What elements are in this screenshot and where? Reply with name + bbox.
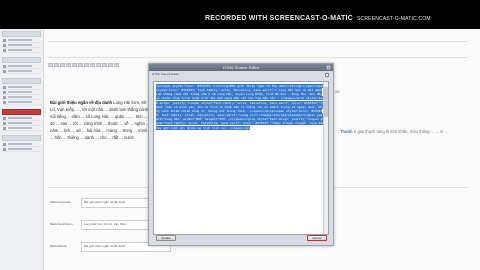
bullet-icon [3, 121, 6, 125]
bullet-icon [3, 85, 6, 89]
bullet-icon [3, 116, 6, 120]
editor-link-hint: 26 [335, 89, 340, 94]
divider [48, 41, 468, 42]
scrollbar-thumb[interactable] [324, 87, 328, 117]
sidebar-group-header[interactable] [2, 135, 41, 141]
form-label: Meta Description [50, 222, 73, 226]
bullet-icon [3, 100, 6, 104]
word-wrap-checkbox[interactable] [325, 73, 329, 77]
align-left-button[interactable] [72, 63, 77, 67]
sidebar-item-label [8, 86, 32, 88]
sidebar-group-header[interactable] [2, 78, 41, 84]
bold-button[interactable] [48, 63, 53, 67]
close-icon[interactable]: × [326, 65, 331, 70]
sidebar-group-header[interactable] [2, 57, 41, 63]
bullet-icon [3, 69, 6, 73]
sidebar-item-label [8, 65, 32, 67]
sidebar-item-label [8, 49, 32, 51]
sidebar-item-label [8, 39, 32, 41]
dialog-titlebar[interactable]: HTML Source Editor × [149, 64, 333, 71]
sidebar-group [2, 109, 41, 131]
bullet-icon [3, 95, 6, 99]
sidebar-item-label [8, 91, 32, 93]
bullet-icon [3, 90, 6, 94]
cancel-button[interactable]: Cancel [307, 235, 327, 241]
sidebar-group [2, 78, 41, 105]
sidebar-group [2, 135, 41, 152]
selected-code: <p><span style="color: #333333;"><strong… [156, 84, 324, 130]
align-center-button[interactable] [78, 63, 83, 67]
bullet-icon [3, 64, 6, 68]
editor-right-text: rì giai thạch tang tô khó khăn, màu thán… [353, 129, 448, 134]
dialog-title: HTML Source Editor [222, 65, 260, 70]
editor-body-text: Long Hải Sơn, Kẽ Lũ, Vạn Kiếp, ..., tới … [50, 100, 150, 140]
bullet-icon [3, 126, 6, 130]
html-source-textarea[interactable]: <p><span style="color: #333333;"><strong… [153, 81, 329, 235]
image-button[interactable] [108, 63, 113, 67]
dialog-subheader: HTML Source Editor [149, 71, 333, 78]
bullet-icon [3, 147, 6, 151]
sidebar-item[interactable] [2, 48, 41, 53]
divider [48, 57, 468, 58]
sidebar-item[interactable] [2, 69, 41, 74]
sidebar-group-header[interactable] [2, 31, 41, 37]
italic-button[interactable] [54, 63, 59, 67]
sidebar-item-label [8, 148, 32, 150]
strike-button[interactable] [66, 63, 71, 67]
sidebar-item-label [8, 96, 32, 98]
sidebar-item-label [8, 122, 32, 124]
editor-content-right: Thanh rì giai thạch tang tô khó khăn, mà… [340, 128, 470, 135]
link-button[interactable] [102, 63, 107, 67]
watermark-brand: RECORDED WITH [205, 15, 268, 22]
html-source-editor-dialog: HTML Source Editor × HTML Source Editor … [148, 63, 334, 246]
bullet-icon [3, 43, 6, 47]
sidebar-group-header[interactable] [2, 109, 41, 115]
browser-content: 26 Bài giới thiệu ngắn về địa danh Long … [0, 29, 480, 270]
form-label: Meta Robots [50, 244, 68, 248]
align-right-button[interactable] [84, 63, 89, 67]
screen: RECORDED WITH SCREENCAST-O-MATIC SCREENC… [0, 0, 480, 270]
watermark-app: SCREENCAST-O-MATIC [269, 15, 353, 22]
editor-content-left[interactable]: Bài giới thiệu ngắn về địa danh Long Hải… [50, 99, 150, 141]
bullet-icon [3, 48, 6, 52]
sidebar-item[interactable] [2, 147, 41, 152]
watermark-url: SCREENCAST-O-MATIC.COM [357, 16, 431, 22]
sidebar-group [2, 57, 41, 74]
sidebar-item-label [8, 127, 32, 129]
bullet-icon [3, 142, 6, 146]
admin-sidebar [0, 29, 44, 270]
update-button[interactable]: Update [156, 235, 176, 241]
sidebar-item-label [8, 101, 32, 103]
sidebar-item-label [8, 70, 32, 72]
editor-right-bold: Thanh [340, 129, 353, 134]
sidebar-group [2, 31, 41, 53]
sidebar-item[interactable] [2, 100, 41, 105]
html-button[interactable] [114, 63, 119, 67]
editor-bold-text: Bài giới thiệu ngắn về địa danh [50, 100, 113, 105]
dialog-subtitle: HTML Source Editor [152, 72, 180, 76]
justify-button[interactable] [90, 63, 95, 67]
sidebar-item-label [8, 117, 32, 119]
sidebar-item-label [8, 143, 32, 145]
bullet-icon [3, 38, 6, 42]
list-button[interactable] [96, 63, 101, 67]
html-source-code: <p><span style="color: #333333;"><strong… [156, 84, 324, 234]
screencast-watermark: RECORDED WITH SCREENCAST-O-MATIC SCREENC… [205, 15, 431, 22]
textarea-scrollbar[interactable] [323, 82, 328, 234]
underline-button[interactable] [60, 63, 65, 67]
form-label: Meta Keywords [50, 200, 71, 204]
sidebar-item[interactable] [2, 126, 41, 131]
sidebar-item-label [8, 44, 32, 46]
editor-toolbar [48, 63, 148, 73]
